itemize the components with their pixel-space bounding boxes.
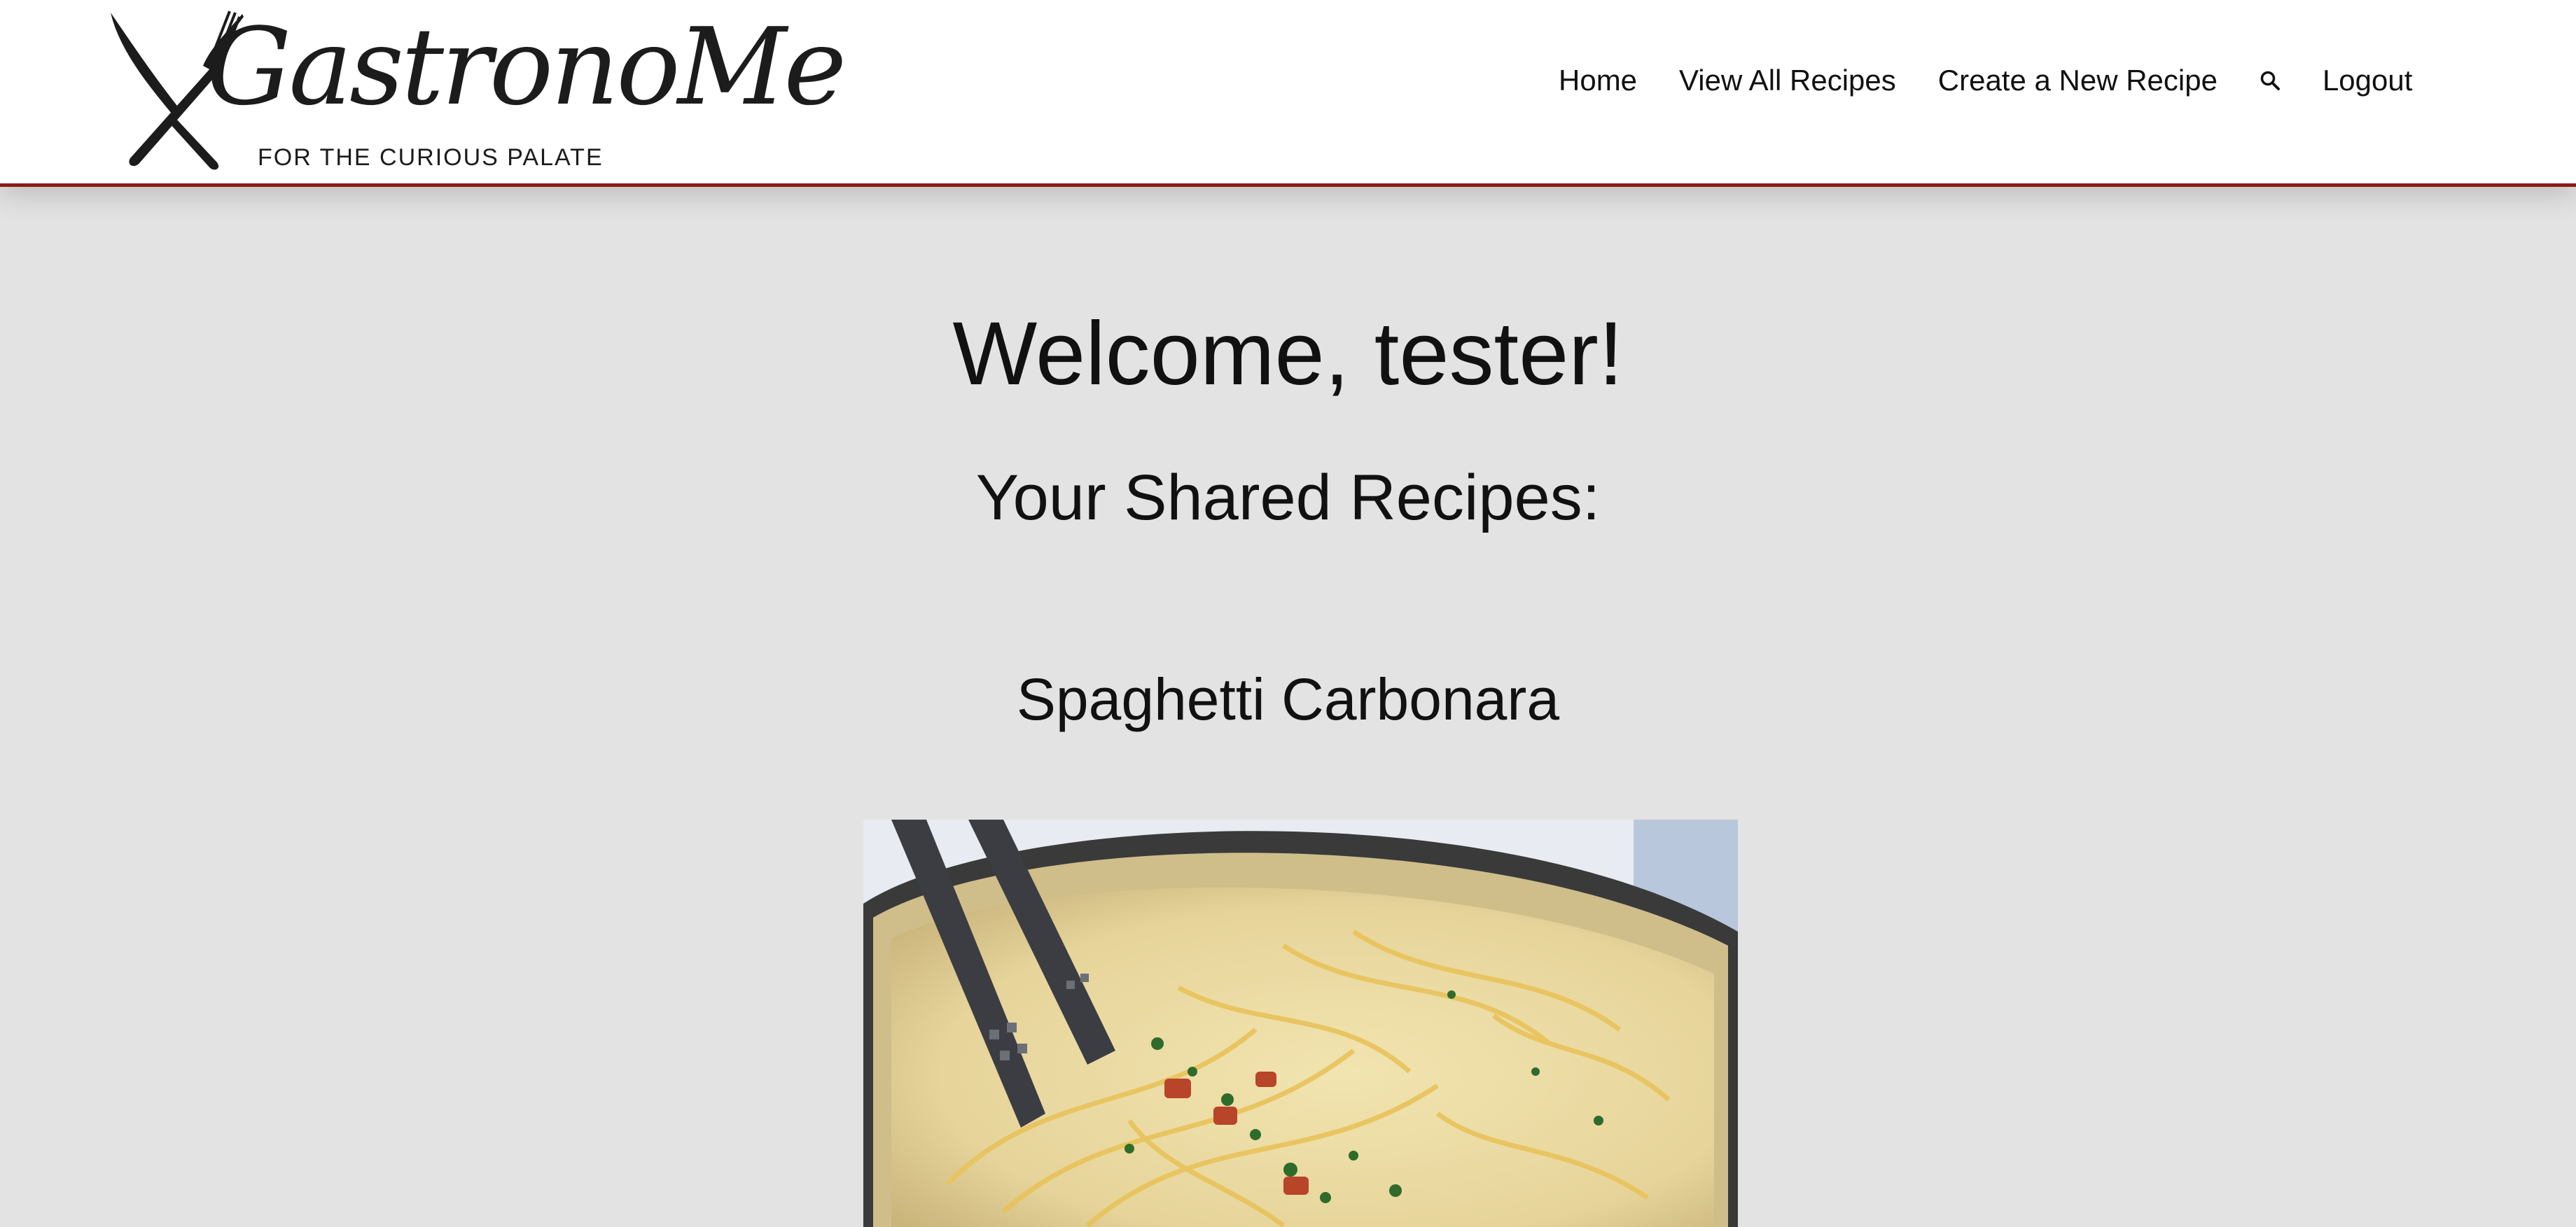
shared-recipes-heading: Your Shared Recipes:	[975, 462, 1601, 533]
main-nav: Home View All Recipes Create a New Recip…	[1559, 66, 2412, 95]
search-icon[interactable]	[2260, 70, 2281, 91]
nav-view-all-recipes-link[interactable]: View All Recipes	[1679, 66, 1896, 95]
nav-create-recipe-link[interactable]: Create a New Recipe	[1938, 66, 2218, 95]
site-logo[interactable]: GastronoMe FOR THE CURIOUS PALATE	[105, 7, 847, 172]
recipe-card-image[interactable]	[863, 820, 1738, 1227]
welcome-heading: Welcome, tester!	[952, 304, 1624, 404]
recipe-card-title[interactable]: Spaghetti Carbonara	[0, 670, 2576, 729]
nav-home-link[interactable]: Home	[1559, 66, 1637, 95]
logo-tagline: FOR THE CURIOUS PALATE	[258, 144, 604, 171]
site-header: GastronoMe FOR THE CURIOUS PALATE Home V…	[0, 0, 2576, 187]
main-content: Welcome, tester! Your Shared Recipes: Sp…	[0, 187, 2576, 1227]
nav-logout-link[interactable]: Logout	[2323, 66, 2412, 95]
logo-wordmark: GastronoMe	[207, 5, 847, 129]
